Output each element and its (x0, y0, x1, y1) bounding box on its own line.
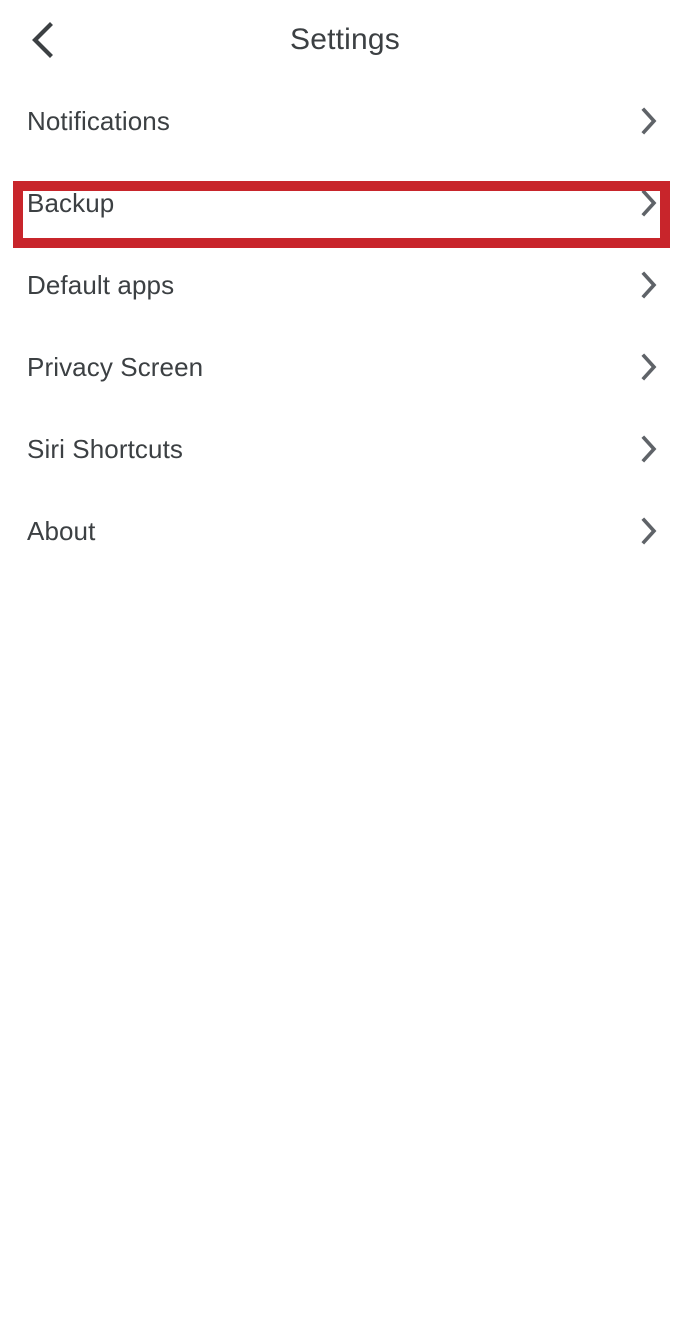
chevron-right-icon (635, 189, 663, 217)
list-item-label: Siri Shortcuts (27, 434, 184, 464)
page-title: Settings (290, 23, 400, 56)
chevron-right-icon (635, 271, 663, 299)
list-item-label: Backup (27, 188, 115, 218)
list-item-notifications[interactable]: Notifications (0, 80, 690, 162)
list-item-siri-shortcuts[interactable]: Siri Shortcuts (0, 408, 690, 490)
list-item-privacy-screen[interactable]: Privacy Screen (0, 326, 690, 408)
chevron-right-icon (635, 435, 663, 463)
chevron-right-icon (635, 517, 663, 545)
chevron-right-icon (635, 107, 663, 135)
list-item-label: Default apps (27, 270, 175, 300)
chevron-right-icon (635, 353, 663, 381)
settings-list: Notifications Backup Default apps Privac… (0, 80, 690, 572)
list-item-backup[interactable]: Backup (0, 162, 690, 244)
list-item-label: Notifications (27, 106, 170, 136)
app-header: Settings (0, 0, 690, 80)
list-item-about[interactable]: About (0, 490, 690, 572)
list-item-default-apps[interactable]: Default apps (0, 244, 690, 326)
list-item-label: Privacy Screen (27, 352, 204, 382)
list-item-label: About (27, 516, 96, 546)
